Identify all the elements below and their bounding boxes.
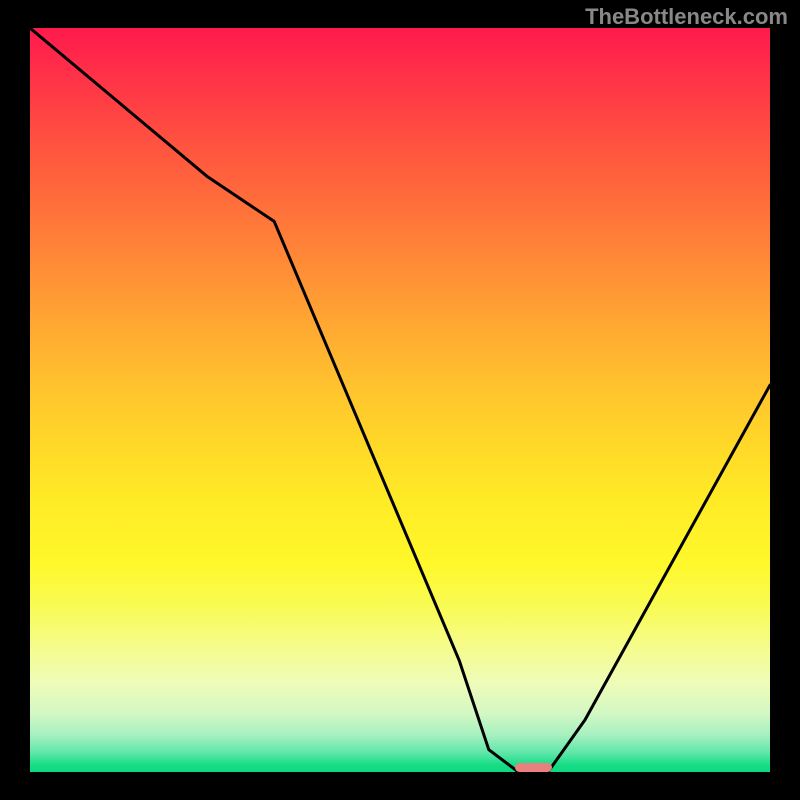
bottleneck-curve-line: [30, 28, 770, 772]
optimal-point-marker: [515, 763, 552, 772]
chart-curve-svg: [30, 28, 770, 772]
watermark-text: TheBottleneck.com: [585, 4, 788, 30]
chart-plot-area: [30, 28, 770, 772]
